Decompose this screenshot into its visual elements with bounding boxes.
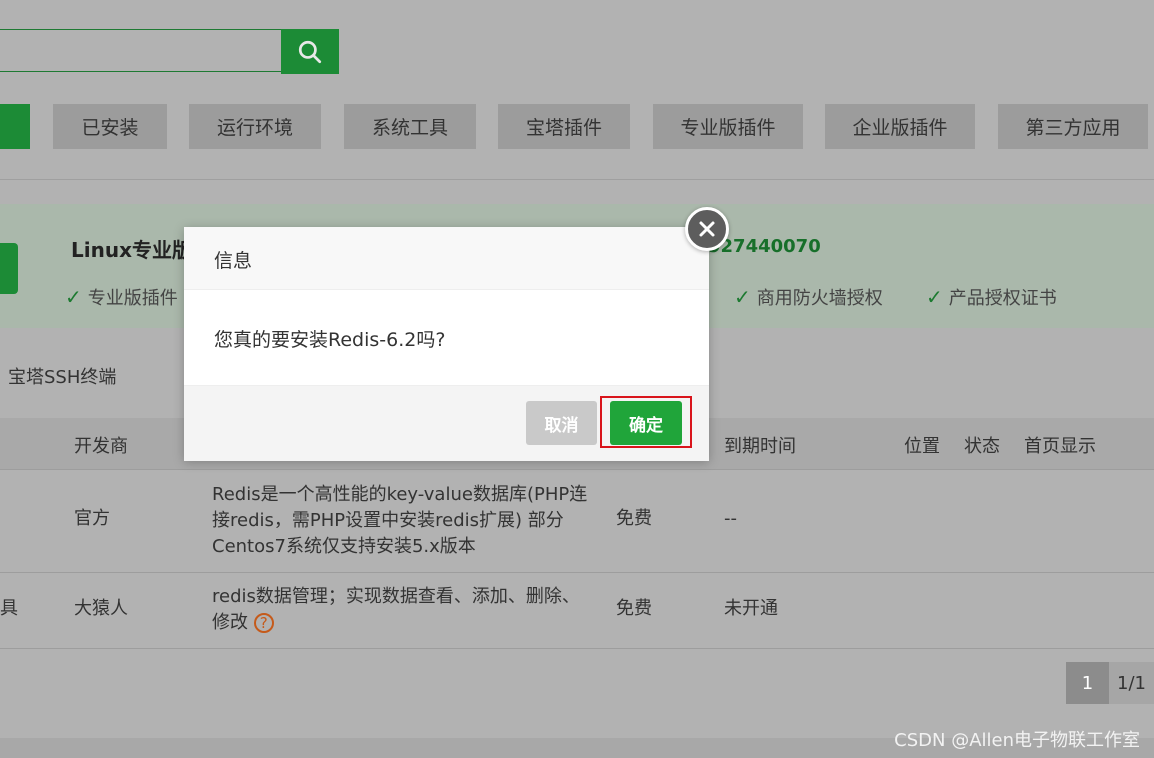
row-price: 免费	[616, 598, 652, 619]
page-total: 1/1	[1109, 662, 1154, 704]
column-vendor: 开发商	[74, 436, 128, 457]
row-name: 具	[0, 598, 18, 619]
search-button[interactable]	[281, 29, 339, 74]
desc-line: Centos7系统仅支持安装5.x版本	[212, 536, 476, 557]
tab-third-party[interactable]: 第三方应用	[998, 104, 1148, 149]
tab-bt-plugins[interactable]: 宝塔插件	[498, 104, 630, 149]
row-vendor: 大猿人	[74, 598, 128, 619]
row-expire: --	[724, 508, 737, 529]
check-icon: ✓	[65, 285, 82, 309]
row-expire: 未开通	[724, 598, 778, 619]
desc-line: Redis是一个高性能的key-value数据库(PHP连	[212, 484, 588, 505]
row-description: redis数据管理；实现数据查看、添加、删除、 修改 ?	[212, 584, 580, 636]
feature-label: 专业版插件	[87, 288, 178, 309]
desc-line: 接redis，需PHP设置中安装redis扩展) 部分	[212, 510, 564, 531]
search-icon	[298, 40, 322, 63]
divider	[0, 179, 1154, 180]
check-icon: ✓	[734, 285, 751, 309]
row-description: Redis是一个高性能的key-value数据库(PHP连 接redis，需PH…	[212, 482, 587, 560]
feature-item: ✓ 专业版插件	[65, 284, 178, 310]
pro-banner-title: Linux专业版	[71, 238, 192, 262]
dialog-header: 信息	[184, 227, 709, 290]
buy-pro-button[interactable]	[0, 243, 18, 294]
column-position: 位置	[904, 436, 940, 457]
check-icon: ✓	[926, 285, 943, 309]
column-expire: 到期时间	[724, 436, 796, 457]
column-status: 状态	[964, 436, 1000, 457]
highlight-box	[600, 396, 692, 448]
desc-line: redis数据管理；实现数据查看、添加、删除、	[212, 586, 580, 607]
confirm-dialog: 信息 您真的要安装Redis-6.2吗? 取消 确定	[184, 227, 709, 461]
row-divider	[0, 648, 1154, 649]
desc-line-text: 修改	[212, 612, 248, 633]
row-price: 免费	[616, 508, 652, 529]
close-dialog-button[interactable]	[685, 207, 729, 251]
cancel-button[interactable]: 取消	[526, 401, 597, 445]
dialog-message: 您真的要安装Redis-6.2吗?	[214, 329, 446, 351]
tab-runtime[interactable]: 运行环境	[189, 104, 321, 149]
ssh-terminal-link[interactable]: 宝塔SSH终端	[8, 363, 116, 389]
help-icon[interactable]: ?	[253, 613, 274, 633]
tab-installed[interactable]: 已安装	[53, 104, 167, 149]
column-homepage: 首页显示	[1024, 436, 1096, 457]
row-divider	[0, 469, 1154, 470]
row-vendor: 官方	[74, 508, 110, 529]
desc-line: 修改 ?	[212, 610, 580, 636]
search-input[interactable]	[0, 29, 282, 72]
dialog-title: 信息	[214, 250, 253, 272]
close-icon	[699, 221, 715, 237]
feature-label: 产品授权证书	[948, 288, 1057, 309]
watermark: CSDN @Allen电子物联工作室	[894, 730, 1140, 751]
feature-item: ✓ 产品授权证书	[926, 284, 1057, 310]
feature-item: ✓ 商用防火墙授权	[734, 284, 883, 310]
feature-label: 商用防火墙授权	[756, 288, 883, 309]
row-divider	[0, 572, 1154, 573]
page-current[interactable]: 1	[1066, 662, 1109, 704]
tab-all[interactable]	[0, 104, 30, 149]
tab-pro-plugins[interactable]: 专业版插件	[653, 104, 803, 149]
tab-system-tools[interactable]: 系统工具	[344, 104, 476, 149]
tab-enterprise-plugins[interactable]: 企业版插件	[825, 104, 975, 149]
